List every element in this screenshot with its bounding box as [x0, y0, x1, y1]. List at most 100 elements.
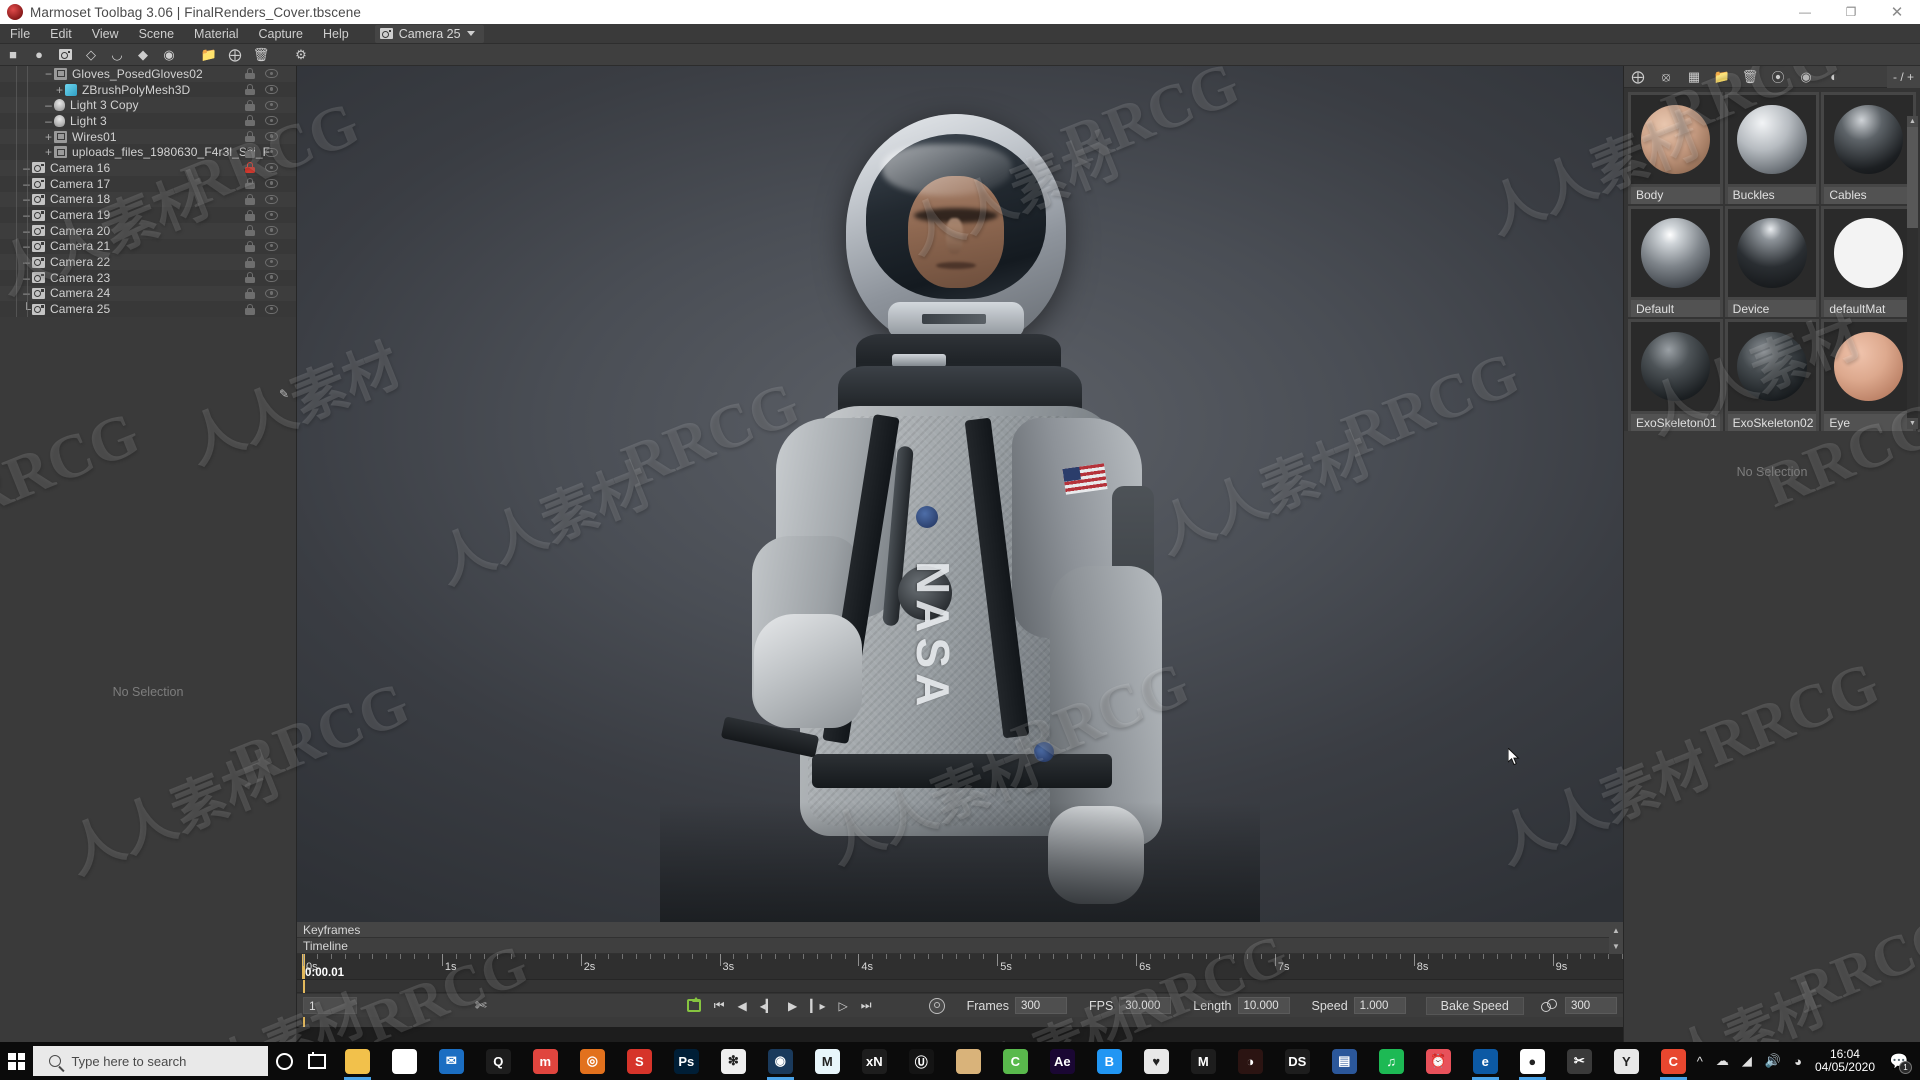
- link-icon[interactable]: [1541, 999, 1557, 1012]
- taskbar-search-input[interactable]: Type here to search: [33, 1046, 269, 1076]
- taskbar-app-google-chrome[interactable]: ●: [1509, 1042, 1556, 1080]
- menu-capture[interactable]: Capture: [249, 24, 313, 44]
- bluetooth-icon[interactable]: ◕: [1794, 1054, 1802, 1069]
- taskbar-app-camtasia[interactable]: C: [992, 1042, 1039, 1080]
- lock-icon[interactable]: [245, 225, 255, 237]
- scroll-up-icon[interactable]: ▲: [1907, 116, 1918, 127]
- material-cell[interactable]: Cables: [1821, 92, 1916, 204]
- scene-tree-row[interactable]: − Gloves_PosedGloves02: [0, 66, 296, 82]
- tree-expander[interactable]: –: [43, 115, 54, 127]
- taskbar-app-microsoft-edge[interactable]: e: [1462, 1042, 1509, 1080]
- menu-view[interactable]: View: [82, 24, 129, 44]
- step-back-icon[interactable]: ◂▎: [760, 999, 775, 1013]
- render-viewport[interactable]: NASA: [297, 66, 1623, 922]
- lock-icon[interactable]: [245, 240, 255, 252]
- taskbar-app-camtasia-studio[interactable]: C: [1650, 1042, 1697, 1080]
- lock-icon[interactable]: [245, 303, 255, 315]
- lock-icon[interactable]: [245, 131, 255, 143]
- menu-material[interactable]: Material: [184, 24, 248, 44]
- taskbar-app-xnormal[interactable]: xN: [851, 1042, 898, 1080]
- add-material-icon[interactable]: ⨁: [1624, 66, 1652, 88]
- taskbar-app-blender-app[interactable]: B: [1086, 1042, 1133, 1080]
- assign-icon[interactable]: ⦿: [1764, 66, 1792, 88]
- thumbnail-zoom-control[interactable]: - / +: [1886, 65, 1920, 88]
- material-cell[interactable]: Body: [1628, 92, 1723, 204]
- visibility-eye-icon[interactable]: [265, 241, 278, 251]
- lock-icon[interactable]: [245, 99, 255, 111]
- scene-tree-row[interactable]: –Camera 21: [0, 238, 296, 255]
- scene-tree-row[interactable]: + uploads_files_1980630_F4r3l_Sci_F: [0, 144, 296, 161]
- taskbar-app-quixel-bridge[interactable]: Q: [475, 1042, 522, 1080]
- speed-input[interactable]: 1.000: [1353, 997, 1406, 1014]
- speaker-icon[interactable]: 🔊: [1765, 1053, 1781, 1069]
- scene-tree-row[interactable]: –Camera 17: [0, 175, 296, 192]
- turntable-icon[interactable]: ◉: [156, 44, 182, 66]
- fps-input[interactable]: 30.000: [1119, 997, 1172, 1014]
- folder-icon[interactable]: 📁: [196, 44, 222, 66]
- visibility-eye-icon[interactable]: [265, 100, 278, 110]
- scene-tree-row[interactable]: + Wires01: [0, 128, 296, 145]
- cube-icon[interactable]: ■: [0, 44, 26, 66]
- play-icon[interactable]: ▶: [788, 999, 797, 1013]
- open-folder-icon[interactable]: 📁: [1708, 66, 1736, 88]
- lock-icon[interactable]: [245, 209, 255, 221]
- timeline-ruler[interactable]: 0:00.01 0s 1s 2s 3s 4s 5s 6s 7s 8s 9s: [297, 954, 1623, 980]
- close-button[interactable]: ✕: [1874, 0, 1920, 24]
- keyframe-track[interactable]: [297, 980, 1623, 993]
- lock-icon[interactable]: [245, 84, 255, 96]
- tree-expander[interactable]: +: [43, 146, 54, 158]
- minimize-button[interactable]: —: [1782, 0, 1828, 24]
- menu-scene[interactable]: Scene: [129, 24, 184, 44]
- lock-icon[interactable]: [245, 287, 255, 299]
- length-input[interactable]: 10.000: [1237, 997, 1290, 1014]
- scene-tree-row[interactable]: –Camera 20: [0, 222, 296, 239]
- duplicate-material-icon[interactable]: ⦻: [1652, 66, 1680, 88]
- material-grid[interactable]: Body Buckles Cables Default Device defaultMat…: [1624, 88, 1920, 432]
- onedrive-icon[interactable]: ☁: [1716, 1053, 1729, 1069]
- taskbar-app-mail[interactable]: ✉: [428, 1042, 475, 1080]
- show-hidden-icons[interactable]: ^: [1697, 1054, 1703, 1069]
- material-cell[interactable]: Buckles: [1724, 92, 1820, 204]
- taskbar-app-marmoset-toolbag[interactable]: ◉: [757, 1042, 804, 1080]
- scene-tree-row[interactable]: –Camera 24: [0, 285, 296, 302]
- jump-start-icon[interactable]: ⏮: [714, 998, 725, 1013]
- visibility-eye-icon[interactable]: [265, 132, 278, 142]
- tree-expander[interactable]: +: [54, 84, 65, 96]
- material-cell[interactable]: defaultMat: [1821, 205, 1916, 318]
- scrollbar-thumb[interactable]: [1907, 116, 1918, 228]
- paint-brush-icon[interactable]: ✎: [279, 387, 293, 401]
- restore-button[interactable]: ❐: [1828, 0, 1874, 24]
- material-cell[interactable]: ExoSkeleton02: [1724, 319, 1820, 432]
- lock-icon[interactable]: [245, 146, 255, 158]
- add-folder-icon[interactable]: ⨁: [222, 44, 248, 66]
- scene-tree[interactable]: − Gloves_PosedGloves02 + ZBrushPolyMesh3D – L…: [0, 66, 296, 317]
- scroll-down-icon[interactable]: ▼: [1907, 418, 1918, 430]
- cortana-icon[interactable]: [268, 1042, 301, 1080]
- task-view-icon[interactable]: [301, 1042, 334, 1080]
- scene-tree-row[interactable]: –Camera 18: [0, 191, 296, 208]
- current-frame-input[interactable]: 1: [303, 997, 357, 1014]
- visibility-eye-icon[interactable]: [265, 210, 278, 220]
- camera-selector[interactable]: Camera 25: [374, 24, 484, 43]
- visibility-eye-icon[interactable]: [265, 257, 278, 267]
- taskbar-app-spotify[interactable]: ♫: [1368, 1042, 1415, 1080]
- lock-icon[interactable]: [245, 193, 255, 205]
- timeline-spinner[interactable]: ▲ ▼: [1609, 922, 1623, 954]
- camera-icon[interactable]: [52, 44, 78, 66]
- gear-icon[interactable]: ⚙: [288, 44, 314, 66]
- taskbar-app-marvelous-designer[interactable]: m: [522, 1042, 569, 1080]
- play-back-icon[interactable]: ◀: [738, 999, 747, 1013]
- taskbar-app-yandex[interactable]: Y: [1603, 1042, 1650, 1080]
- taskbar-app-maya[interactable]: ◑: [1227, 1042, 1274, 1080]
- lock-icon[interactable]: [245, 256, 255, 268]
- visibility-eye-icon[interactable]: [265, 163, 278, 173]
- lock-icon[interactable]: [245, 115, 255, 127]
- paint-icon[interactable]: ◐: [1820, 66, 1848, 88]
- taskbar-app-zbrush[interactable]: ◎: [569, 1042, 616, 1080]
- start-button[interactable]: [0, 1042, 33, 1080]
- wifi-icon[interactable]: ◢: [1742, 1053, 1752, 1069]
- step-forward-icon[interactable]: ▎▸: [810, 999, 825, 1013]
- lock-icon[interactable]: [245, 272, 255, 284]
- visibility-eye-icon[interactable]: [265, 147, 278, 157]
- visibility-eye-icon[interactable]: [265, 179, 278, 189]
